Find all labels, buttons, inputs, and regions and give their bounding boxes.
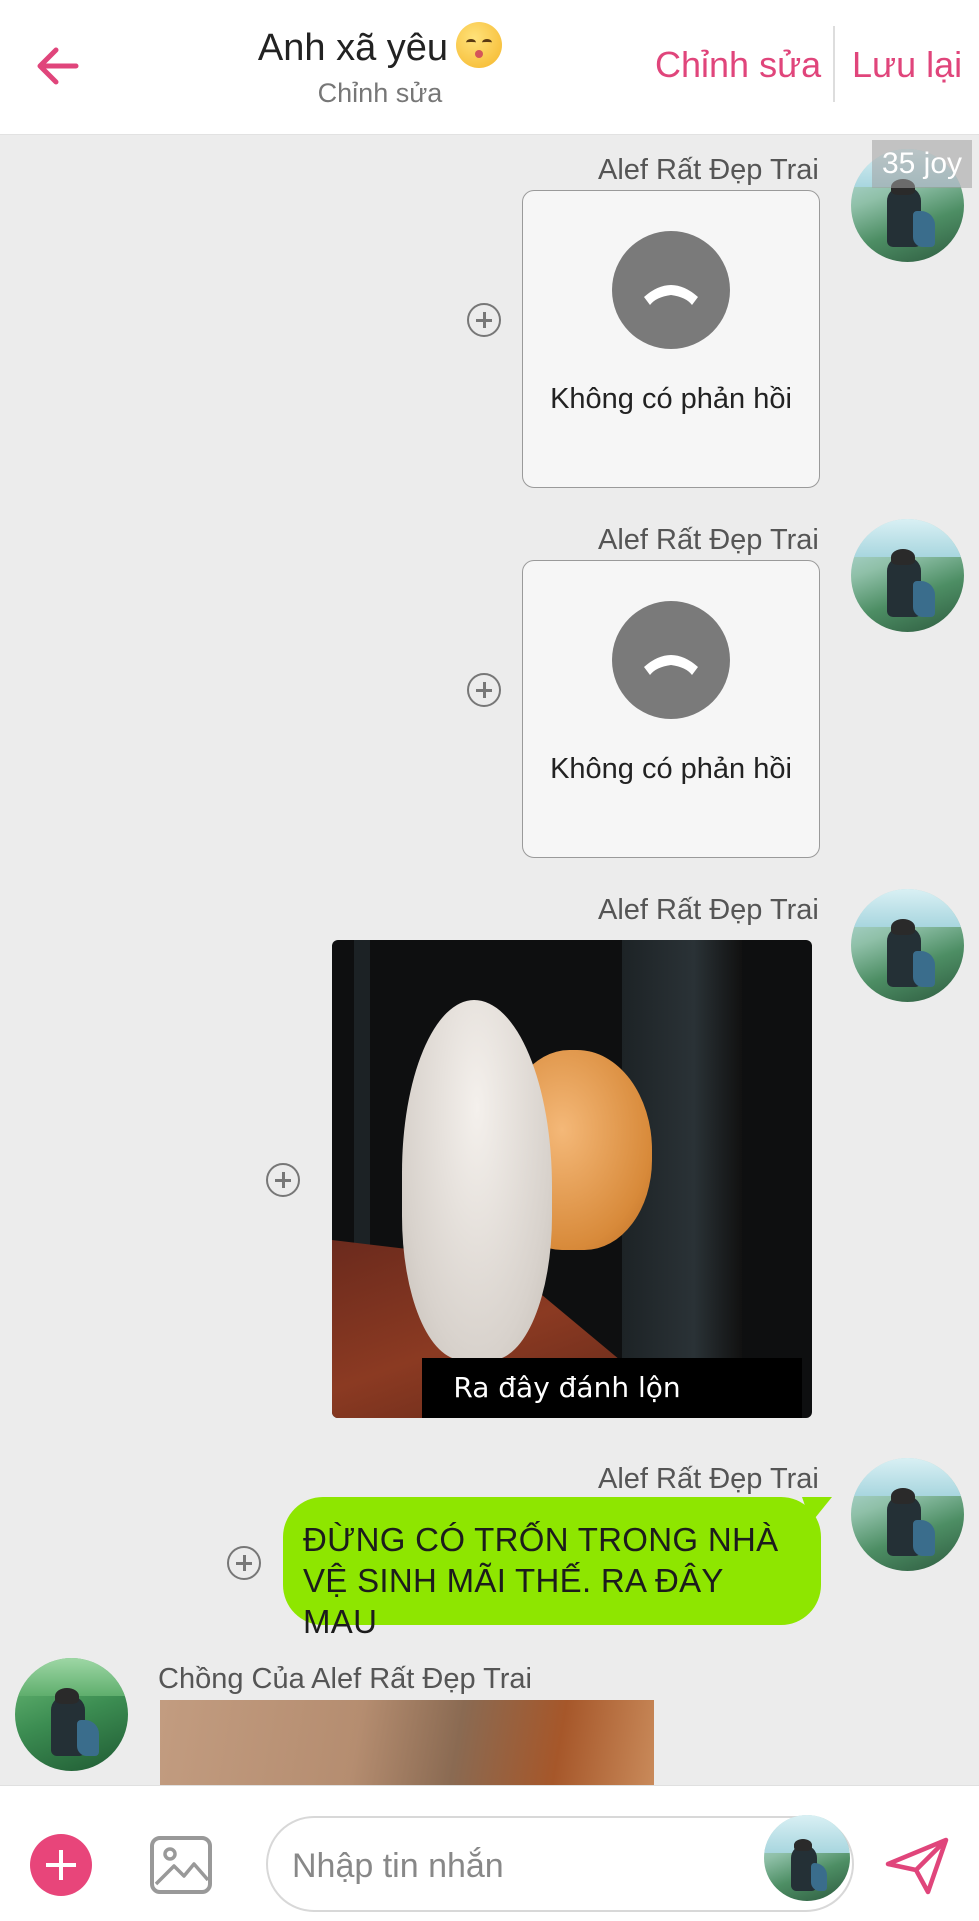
sender-avatar[interactable]	[851, 889, 964, 1002]
add-attachment-button[interactable]	[30, 1834, 92, 1896]
call-status-text: Không có phản hồi	[550, 383, 792, 415]
reaction-badge: 35 joy	[872, 140, 972, 188]
message-input[interactable]	[290, 1838, 724, 1894]
edit-button[interactable]: Chỉnh sửa	[655, 44, 821, 86]
incoming-image-message[interactable]	[160, 1700, 654, 1785]
message-sender: Alef Rất Đẹp Trai	[598, 154, 819, 186]
sender-avatar[interactable]	[851, 519, 964, 632]
hang-up-phone-icon	[612, 231, 730, 349]
missed-call-card[interactable]: Không có phản hồi	[522, 560, 820, 858]
missed-call-card[interactable]: Không có phản hồi	[522, 190, 820, 488]
message-sender: Alef Rất Đẹp Trai	[598, 894, 819, 926]
message-sender: Alef Rất Đẹp Trai	[598, 1463, 819, 1495]
sender-avatar[interactable]	[851, 1458, 964, 1571]
react-add-icon[interactable]	[467, 673, 501, 707]
hang-up-phone-icon	[612, 601, 730, 719]
cat-fight-gif[interactable]: Ra đây đánh lộn	[332, 940, 812, 1418]
white-cat-image	[402, 1000, 552, 1360]
kissing-face-emoji-icon	[456, 22, 503, 68]
gif-caption: Ra đây đánh lộn	[453, 1371, 681, 1404]
message-sender: Alef Rất Đẹp Trai	[598, 524, 819, 556]
call-status-text: Không có phản hồi	[550, 753, 792, 785]
react-add-icon[interactable]	[467, 303, 501, 337]
save-button[interactable]: Lưu lại	[852, 44, 962, 86]
message-sender: Chồng Của Alef Rất Đẹp Trai	[158, 1663, 532, 1695]
sticker-avatar-button[interactable]	[764, 1815, 850, 1901]
react-add-icon[interactable]	[227, 1546, 261, 1580]
react-add-icon[interactable]	[266, 1163, 300, 1197]
chat-title-text: Anh xã yêu	[257, 27, 449, 69]
chat-title-block: Anh xã yêu Chỉnh sửa	[220, 22, 540, 109]
chat-title: Anh xã yêu	[220, 22, 540, 72]
send-icon[interactable]	[884, 1834, 950, 1896]
image-picker-icon[interactable]	[148, 1834, 214, 1896]
text-message-bubble[interactable]: ĐỪNG CÓ TRỐN TRONG NHÀ VỆ SINH MÃI THẾ. …	[283, 1497, 821, 1640]
chat-header: Anh xã yêu Chỉnh sửa Chỉnh sửa Lưu lại	[0, 0, 979, 135]
header-divider	[833, 26, 835, 102]
back-arrow-icon[interactable]	[28, 36, 88, 96]
chat-subtitle: Chỉnh sửa	[317, 78, 443, 108]
contact-avatar[interactable]	[15, 1658, 128, 1771]
